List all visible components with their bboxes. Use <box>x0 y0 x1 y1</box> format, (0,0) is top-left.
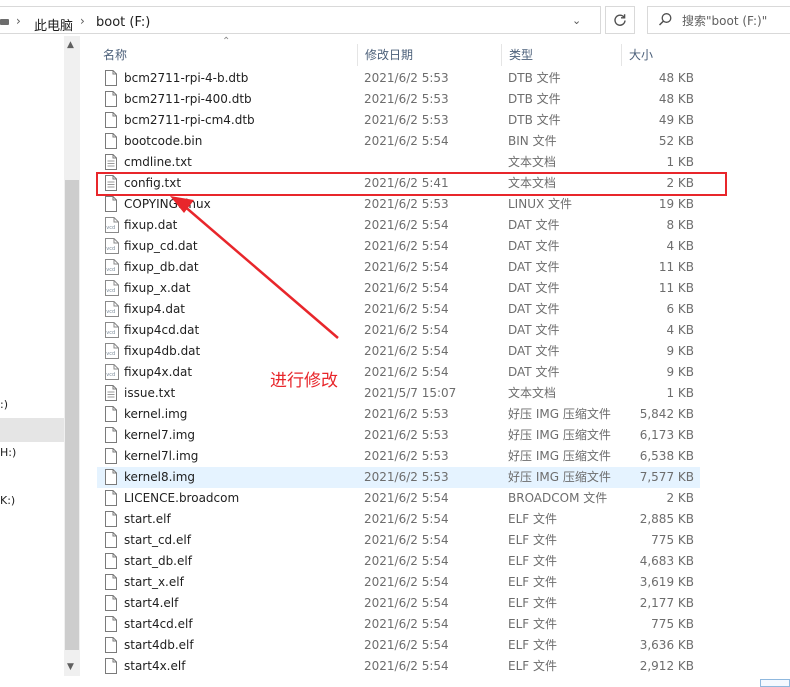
view-toggle[interactable] <box>760 679 790 687</box>
annotation-arrow <box>170 196 339 339</box>
annotation-label: 进行修改 <box>270 371 338 391</box>
